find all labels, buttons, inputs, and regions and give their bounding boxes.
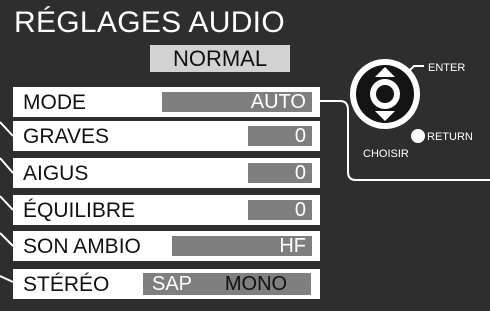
enter-button-icon (376, 85, 394, 103)
remote-dpad-icon (350, 59, 420, 129)
return-button-icon (411, 129, 425, 143)
arrow-down-icon (375, 111, 395, 121)
enter-label: ENTER (428, 62, 466, 74)
arrow-up-icon (375, 67, 395, 77)
connector-lines (0, 65, 490, 283)
return-label: RETURN (427, 131, 473, 143)
choose-label: CHOISIR (363, 148, 409, 160)
audio-settings-screen: RÉGLAGES AUDIO NORMAL MODE AUTO GRAVES 0… (0, 0, 490, 311)
